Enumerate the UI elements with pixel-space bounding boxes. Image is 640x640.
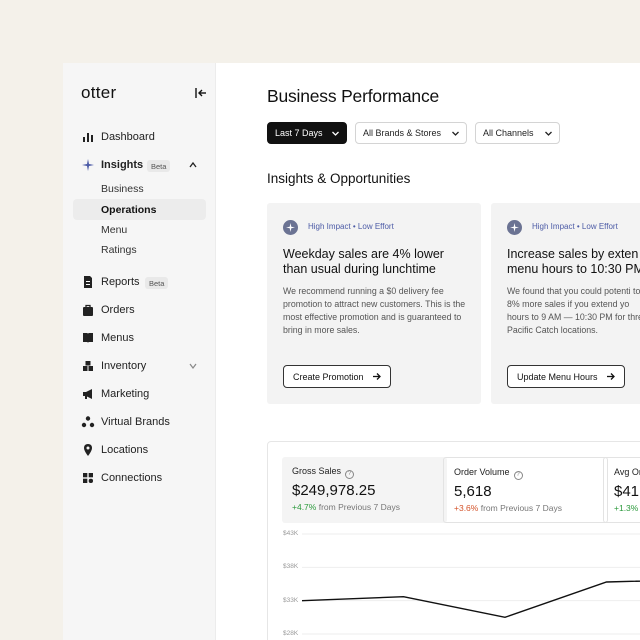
- collapse-sidebar-icon[interactable]: [194, 86, 208, 100]
- sidebar-item-label: Connections: [101, 472, 163, 484]
- megaphone-icon: [83, 389, 92, 399]
- arrow-right-icon: [606, 373, 615, 380]
- bar-chart-icon: [83, 133, 93, 142]
- sidebar-subitem-ratings[interactable]: Ratings: [101, 244, 137, 256]
- insight-body: We recommend running a $0 delivery fee p…: [283, 286, 466, 335]
- sidebar-item-locations[interactable]: Locations: [63, 440, 216, 460]
- sidebar-item-insights[interactable]: Insights Beta: [63, 155, 216, 175]
- sidebar-item-inventory[interactable]: Inventory: [63, 356, 216, 376]
- page-title: Business Performance: [267, 86, 440, 106]
- sidebar-subitem-menu[interactable]: Menu: [101, 224, 127, 236]
- sidebar-item-menus[interactable]: Menus: [63, 328, 216, 348]
- filter-label: Last 7 Days: [275, 128, 323, 138]
- sales-line-chart: [301, 533, 640, 635]
- sparkle-badge-icon: [507, 220, 522, 235]
- grid-icon: [83, 473, 93, 483]
- impact-tag: High Impact • Low Effort: [308, 222, 394, 231]
- insight-title: Weekday sales are 4% lower than usual du…: [283, 247, 478, 277]
- sidebar-item-label: Inventory: [101, 360, 147, 372]
- insight-title: Increase sales by exten menu hours to 10…: [507, 247, 640, 277]
- sidebar-item-connections[interactable]: Connections: [63, 468, 216, 488]
- insight-card: High Impact • Low Effort Increase sales …: [491, 203, 640, 404]
- otter-logo[interactable]: otter: [81, 83, 117, 103]
- sidebar-item-marketing[interactable]: Marketing: [63, 384, 216, 404]
- sidebar-subitem-business[interactable]: Business: [101, 183, 144, 195]
- insight-body: We found that you could potenti to 8% mo…: [507, 286, 640, 335]
- insight-card: High Impact • Low Effort Weekday sales a…: [267, 203, 481, 404]
- pin-icon: [84, 444, 92, 456]
- chevron-down-icon[interactable]: [189, 362, 197, 370]
- insight-title-line: Increase sales by exten: [507, 247, 639, 261]
- insight-title-line: menu hours to 10:30 PM: [507, 262, 640, 276]
- sidebar-item-label: Dashboard: [101, 131, 155, 143]
- sidebar-item-label: Insights: [101, 159, 144, 171]
- main-content: Business Performance Last 7 Days All Bra…: [216, 63, 640, 640]
- button-label: Update Menu Hours: [517, 371, 598, 382]
- sidebar-item-label: Virtual Brands: [101, 416, 170, 428]
- chevron-down-icon: [545, 131, 552, 136]
- sidebar-item-label: Reports: [101, 276, 140, 288]
- button-label: Create Promotion: [293, 371, 364, 382]
- chevron-down-icon: [452, 131, 459, 136]
- impact-tag: High Impact • Low Effort: [532, 222, 618, 231]
- sidebar-item-dashboard[interactable]: Dashboard: [63, 127, 216, 147]
- beta-badge: Beta: [147, 160, 171, 172]
- sidebar-subitem-operations[interactable]: Operations: [101, 204, 156, 216]
- update-menu-hours-button[interactable]: Update Menu Hours: [507, 365, 625, 388]
- insights-section-title: Insights & Opportunities: [267, 171, 411, 186]
- book-icon: [83, 333, 93, 343]
- sidebar-item-reports[interactable]: Reports Beta: [63, 272, 216, 292]
- sidebar-item-label: Orders: [101, 304, 135, 316]
- stats-panel: Gross Sales? $249,978.25 +4.7% from Prev…: [267, 441, 640, 640]
- filter-label: All Brands & Stores: [363, 128, 442, 138]
- sidebar-item-orders[interactable]: Orders: [63, 300, 216, 320]
- beta-badge: Beta: [145, 277, 169, 289]
- app-window: otter Dashboard Insights Beta Business O…: [63, 63, 640, 640]
- sidebar-item-label: Marketing: [101, 388, 150, 400]
- channels-filter[interactable]: All Channels: [475, 122, 560, 144]
- document-icon: [84, 276, 92, 288]
- date-range-filter[interactable]: Last 7 Days: [267, 122, 347, 144]
- cluster-icon: [81, 416, 95, 428]
- create-promotion-button[interactable]: Create Promotion: [283, 365, 391, 388]
- chevron-up-icon[interactable]: [189, 161, 197, 169]
- filter-label: All Channels: [483, 128, 534, 138]
- sidebar-item-label: Menus: [101, 332, 135, 344]
- sparkle-icon: [82, 159, 94, 171]
- chart-series-line: [301, 580, 640, 619]
- sidebar-item-virtual-brands[interactable]: Virtual Brands: [63, 412, 216, 432]
- insight-title-line: than usual during lunchtime: [283, 262, 436, 276]
- sparkle-badge-icon: [283, 220, 298, 235]
- arrow-right-icon: [372, 373, 381, 380]
- sidebar: otter Dashboard Insights Beta Business O…: [63, 63, 216, 640]
- insight-title-line: Weekday sales are 4% lower: [283, 247, 444, 261]
- sidebar-item-label: Locations: [101, 444, 149, 456]
- brands-stores-filter[interactable]: All Brands & Stores: [355, 122, 467, 144]
- chevron-down-icon: [332, 131, 339, 136]
- bag-icon: [83, 304, 93, 316]
- boxes-icon: [83, 361, 93, 371]
